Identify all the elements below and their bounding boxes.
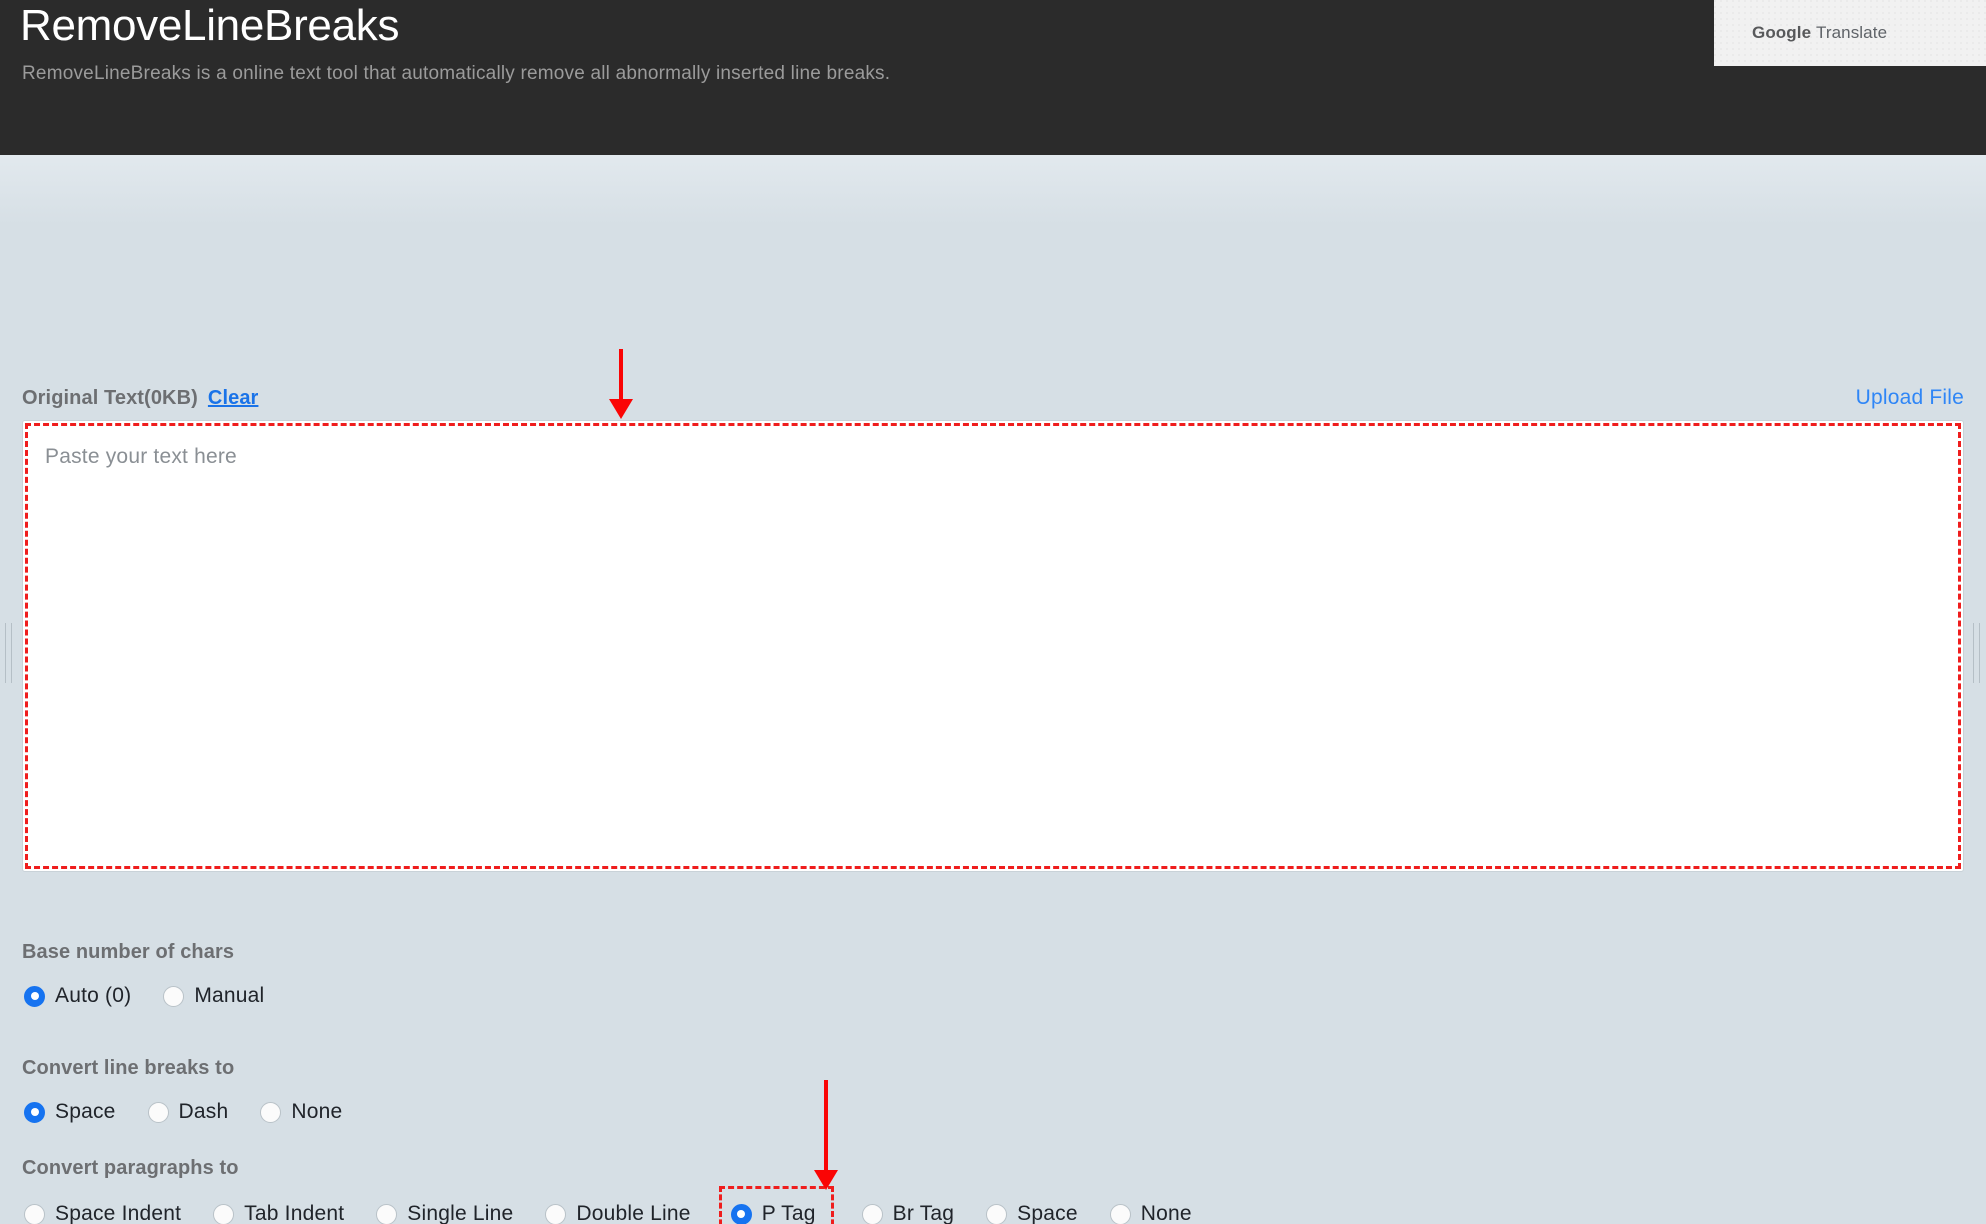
radio-label: Single Line [407,1202,514,1224]
radio-label: Manual [194,984,265,1007]
radio-dot-icon [730,1203,752,1224]
base-chars-title: Base number of chars [22,941,235,963]
radio-label: Double Line [576,1202,691,1224]
radio-br-tag[interactable]: Br Tag [860,1196,957,1224]
grip-line [5,623,6,683]
radio-dot-icon [24,1101,45,1123]
radio-label: Br Tag [892,1202,955,1224]
radio-dot-icon [147,1101,169,1123]
radio-dot-icon [24,1203,45,1224]
radio-dot-icon [986,1203,1008,1224]
arrow-shaft [824,1080,828,1172]
page-subtitle: RemoveLineBreaks is a online text tool t… [22,63,891,84]
left-resize-grip[interactable] [2,623,16,683]
radio-dot-icon [213,1203,235,1224]
upload-file-link[interactable]: Upload File [1856,386,1964,410]
line-breaks-title: Convert line breaks to [22,1057,235,1079]
radio-label: None [291,1100,343,1123]
main-content: Original Text(0KB) Clear Upload File Past… [0,155,1986,1224]
radio-label: None [1140,1202,1192,1224]
radio-dot-icon [1109,1203,1131,1224]
radio-auto[interactable]: Auto (0) [22,978,133,1014]
radio-space-indent[interactable]: Space Indent [22,1196,183,1224]
line-breaks-group: Convert line breaks to Space Dash None [22,1057,344,1130]
arrow-head-icon [814,1170,838,1190]
radio-label: Space [1017,1202,1078,1224]
radio-p-tag[interactable]: P Tag [718,1186,834,1224]
clear-link[interactable]: Clear [208,387,259,409]
base-chars-group: Base number of chars Auto (0) Manual [22,941,266,1014]
original-text-placeholder: Paste your text here [45,445,237,468]
google-brand-text: Google [1752,23,1812,42]
grip-line [1979,623,1980,683]
radio-double-line[interactable]: Double Line [543,1196,692,1224]
radio-dot-icon [545,1203,567,1224]
arrow-shaft [619,349,623,401]
original-text-label-group: Original Text(0KB) Clear [22,387,258,410]
radio-space[interactable]: Space [22,1094,118,1130]
radio-label: Tab Indent [244,1202,345,1224]
radio-label: Space [55,1100,116,1123]
original-text-label: Original Text(0KB) [22,386,198,409]
google-translate-widget[interactable]: Google Translate [1714,0,1986,66]
page-title: RemoveLineBreaks [20,1,400,50]
radio-label: Dash [178,1100,229,1123]
annotation-arrow-textarea [601,349,641,419]
editor-label-row: Original Text(0KB) Clear Upload File [0,383,1986,413]
radio-dot-icon [376,1203,398,1224]
translate-text: Translate [1815,23,1888,42]
radio-space-para[interactable]: Space [984,1196,1080,1224]
radio-tab-indent[interactable]: Tab Indent [211,1196,346,1224]
paragraphs-title: Convert paragraphs to [22,1157,239,1179]
radio-single-line[interactable]: Single Line [374,1196,515,1224]
radio-dash[interactable]: Dash [146,1094,231,1130]
grip-line [1973,623,1974,683]
radio-none-para[interactable]: None [1108,1196,1194,1224]
radio-dot-icon [24,985,45,1007]
radio-none[interactable]: None [258,1094,344,1130]
paragraphs-radio-row: Space Indent Tab Indent Single Line Doub… [22,1186,1194,1224]
radio-label: Space Indent [55,1202,182,1224]
radio-dot-icon [260,1101,282,1123]
annotation-arrow-ptag [806,1080,846,1190]
radio-label: Auto (0) [55,984,132,1007]
radio-dot-icon [163,985,185,1007]
radio-label: P Tag [761,1202,816,1224]
google-translate-label: Google Translate [1752,23,1887,43]
radio-dot-icon [861,1203,883,1224]
radio-manual[interactable]: Manual [161,978,266,1014]
paragraphs-group: Convert paragraphs to Space Indent Tab I… [22,1157,1194,1224]
arrow-head-icon [609,399,633,419]
line-breaks-radio-row: Space Dash None [22,1094,344,1130]
right-resize-grip[interactable] [1970,623,1984,683]
grip-line [11,623,12,683]
site-header: RemoveLineBreaks RemoveLineBreaks is a o… [0,0,1986,155]
original-text-input[interactable]: Paste your text here [22,420,1964,872]
base-chars-radio-row: Auto (0) Manual [22,978,266,1014]
